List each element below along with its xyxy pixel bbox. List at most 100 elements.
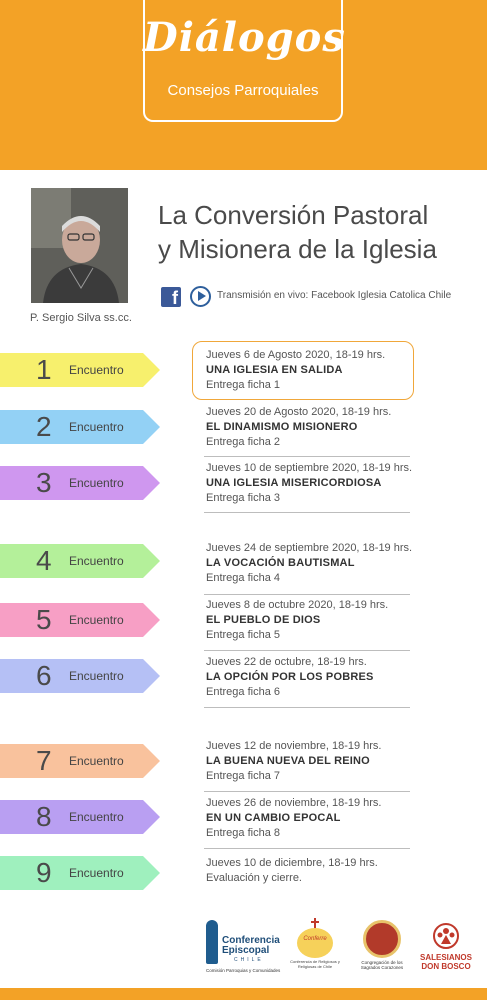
encounter-number: 5 (36, 604, 52, 635)
sagrados-corazones-logo: Congregación de los Sagrados Corazones (360, 920, 404, 984)
encounter-arrow-1: 1 Encuentro (0, 353, 160, 387)
encounter-topic: LA OPCIÓN POR LOS POBRES (206, 671, 374, 683)
broadcast-text: Transmisión en vivo: Facebook Iglesia Ca… (217, 290, 452, 301)
encounter-arrow-8: 8 Encuentro (0, 800, 160, 834)
speaker-portrait-image (31, 188, 128, 303)
encounter-label: Encuentro (69, 754, 124, 768)
conferencia-line3: CHILE (234, 957, 264, 963)
encounter-label: Encuentro (69, 613, 124, 627)
salesianos-emblem-icon (433, 923, 459, 949)
conferre-emblem (297, 928, 333, 958)
sagrados-corazones-caption: Congregación de los Sagrados Corazones (360, 960, 404, 970)
encounter-arrow-2: 2 Encuentro (0, 410, 160, 444)
header-title: Diálogos (143, 14, 346, 61)
encounter-entry-8: Jueves 26 de noviembre, 18-19 hrs. EN UN… (206, 796, 416, 841)
conferencia-mark-icon (206, 920, 218, 964)
salesianos-line1: SALESIANOS (419, 953, 472, 962)
encounter-topic: UNA IGLESIA MISERICORDIOSA (206, 477, 382, 489)
encounter-topic: LA BUENA NUEVA DEL REINO (206, 755, 370, 767)
conferencia-line4: Comisión Parroquias y Comunidades (206, 968, 281, 973)
encounter-date: Jueves 6 de Agosto 2020, 18-19 hrs. (206, 349, 386, 361)
entry-divider (204, 456, 410, 457)
main-title-line2: y Misionera de la Iglesia (158, 234, 437, 264)
encounter-topic: LA VOCACIÓN BAUTISMAL (206, 557, 355, 569)
salesianos-logo: SALESIANOS DON BOSCO (418, 923, 474, 983)
encounter-number: 1 (36, 354, 52, 385)
encounter-number: 6 (36, 660, 52, 691)
encounter-date: Jueves 22 de octubre, 18-19 hrs. (206, 656, 367, 668)
encounter-note: Evaluación y cierre. (206, 872, 302, 884)
main-title: La Conversión Pastoral y Misionera de la… (158, 198, 478, 266)
encounter-arrow-6: 6 Encuentro (0, 659, 160, 693)
encounter-entry-1: Jueves 6 de Agosto 2020, 18-19 hrs. UNA … (206, 348, 416, 393)
encounter-note: Entrega ficha 6 (206, 686, 280, 698)
encounter-note: Entrega ficha 8 (206, 827, 280, 839)
encounter-label: Encuentro (69, 554, 124, 568)
speaker-caption: P. Sergio Silva ss.cc. (30, 312, 132, 324)
encounter-date: Jueves 12 de noviembre, 18-19 hrs. (206, 740, 382, 752)
encounter-topic: EL PUEBLO DE DIOS (206, 614, 321, 626)
encounter-arrow-3: 3 Encuentro (0, 466, 160, 500)
main-title-line1: La Conversión Pastoral (158, 200, 429, 230)
encounter-date: Jueves 10 de diciembre, 18-19 hrs. (206, 857, 378, 869)
encounter-arrow-5: 5 Encuentro (0, 603, 160, 637)
encounter-label: Encuentro (69, 363, 124, 377)
play-icon[interactable] (190, 286, 211, 307)
entry-divider (204, 512, 410, 513)
entry-divider (204, 791, 410, 792)
encounter-label: Encuentro (69, 810, 124, 824)
encounter-label: Encuentro (69, 866, 124, 880)
encounter-date: Jueves 8 de octubre 2020, 18-19 hrs. (206, 599, 389, 611)
sagrados-corazones-emblem-icon (363, 920, 401, 958)
encounter-date: Jueves 10 de septiembre 2020, 18-19 hrs. (206, 462, 413, 474)
entry-divider (204, 848, 410, 849)
conferre-name: Conferre (303, 936, 327, 942)
entry-divider (204, 650, 410, 651)
encounter-note: Entrega ficha 2 (206, 436, 280, 448)
encounter-date: Jueves 20 de Agosto 2020, 18-19 hrs. (206, 406, 392, 418)
encounter-topic: UNA IGLESIA EN SALIDA (206, 364, 343, 376)
encounter-topic: EL DINAMISMO MISIONERO (206, 421, 358, 433)
encounter-entry-6: Jueves 22 de octubre, 18-19 hrs. LA OPCI… (206, 655, 416, 700)
encounter-number: 3 (36, 467, 52, 498)
encounter-note: Entrega ficha 1 (206, 379, 280, 391)
header-banner: Diálogos Consejos Parroquiales (0, 0, 487, 170)
encounter-number: 2 (36, 411, 52, 442)
encounter-number: 7 (36, 745, 52, 776)
encounter-note: Entrega ficha 4 (206, 572, 280, 584)
encounter-date: Jueves 26 de noviembre, 18-19 hrs. (206, 797, 382, 809)
encounter-entry-7: Jueves 12 de noviembre, 18-19 hrs. LA BU… (206, 739, 416, 784)
speaker-photo (31, 188, 128, 303)
encounter-note: Entrega ficha 3 (206, 492, 280, 504)
conferencia-episcopal-logo: Conferencia Episcopal CHILE Comisión Par… (206, 920, 281, 980)
entry-divider (204, 594, 410, 595)
conferre-caption: Conferencia de Religiosos y Religiosas d… (290, 959, 340, 969)
encounter-entry-4: Jueves 24 de septiembre 2020, 18-19 hrs.… (206, 541, 416, 586)
conferencia-line2: Episcopal (222, 945, 270, 956)
encounter-entry-5: Jueves 8 de octubre 2020, 18-19 hrs. EL … (206, 598, 416, 643)
encounter-entry-3: Jueves 10 de septiembre 2020, 18-19 hrs.… (206, 461, 416, 506)
conferre-logo: Conferre Conferencia de Religiosos y Rel… (285, 918, 345, 982)
footer-bar (0, 988, 487, 1000)
encounter-label: Encuentro (69, 476, 124, 490)
encounter-label: Encuentro (69, 420, 124, 434)
encounter-note: Entrega ficha 5 (206, 629, 280, 641)
encounter-entry-9: Jueves 10 de diciembre, 18-19 hrs. Evalu… (206, 856, 416, 886)
salesianos-line2: DON BOSCO (421, 962, 471, 971)
encounter-entry-2: Jueves 20 de Agosto 2020, 18-19 hrs. EL … (206, 405, 416, 450)
encounter-label: Encuentro (69, 669, 124, 683)
encounter-number: 9 (36, 857, 52, 888)
facebook-icon[interactable]: f (161, 287, 181, 308)
sponsor-logos: Conferencia Episcopal CHILE Comisión Par… (0, 915, 487, 985)
encounter-arrow-9: 9 Encuentro (0, 856, 160, 890)
salesianos-name: SALESIANOS DON BOSCO (418, 953, 474, 971)
encounter-number: 8 (36, 801, 52, 832)
entry-divider (204, 707, 410, 708)
encounter-arrow-7: 7 Encuentro (0, 744, 160, 778)
encounter-arrow-4: 4 Encuentro (0, 544, 160, 578)
encounter-number: 4 (36, 545, 52, 576)
encounter-topic: EN UN CAMBIO EPOCAL (206, 812, 341, 824)
header-subtitle: Consejos Parroquiales (167, 82, 319, 99)
encounter-date: Jueves 24 de septiembre 2020, 18-19 hrs. (206, 542, 413, 554)
encounter-note: Entrega ficha 7 (206, 770, 280, 782)
